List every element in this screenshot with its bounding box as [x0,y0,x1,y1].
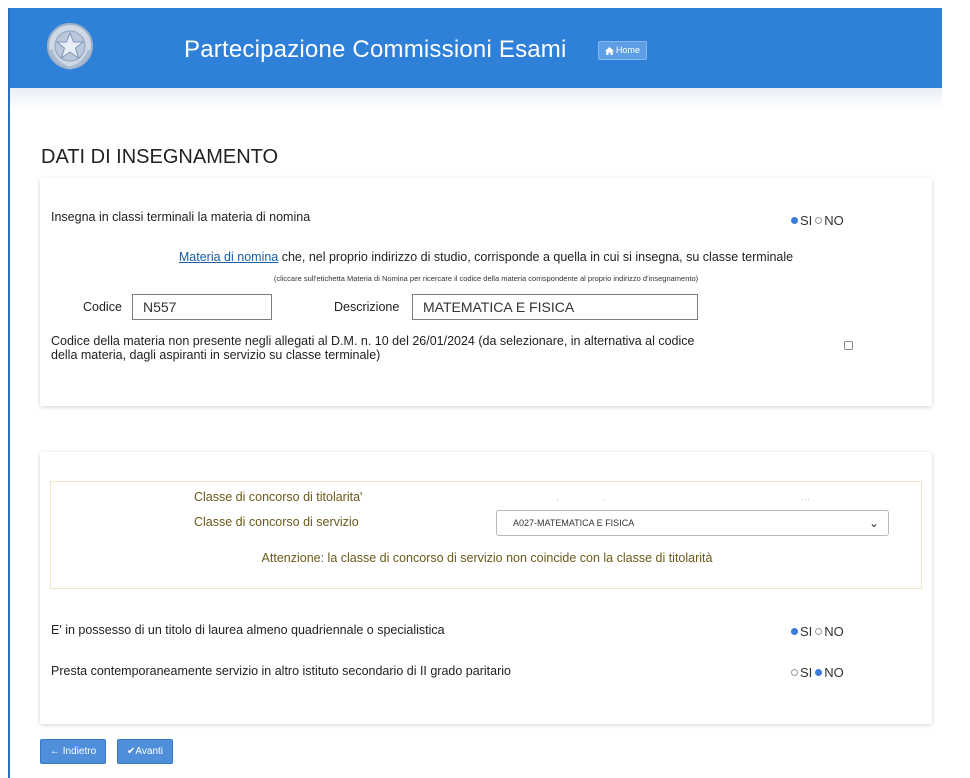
laurea-si-radio[interactable] [791,628,798,635]
terminali-si-label: SI [800,213,813,228]
laurea-no-radio[interactable] [815,628,823,635]
note-line-2: della materia, dagli aspiranti in serviz… [51,348,381,362]
app-title: Partecipazione Commissioni Esami [184,36,567,63]
descrizione-label: Descrizione [334,300,400,314]
terminali-no-radio[interactable] [815,217,823,224]
titolarita-faint-mark-3: ··· [801,494,810,504]
codice-label: Codice [83,300,122,314]
repubblica-emblem-icon [47,23,93,70]
question-paritario: Presta contemporaneamente servizio in al… [51,664,511,678]
paritario-no-label: NO [824,665,844,680]
laurea-radio-group: SI NO [791,624,847,639]
app-window: Partecipazione Commissioni Esami Home DA… [8,8,942,778]
paritario-no-radio[interactable] [815,669,823,676]
terminali-si-radio[interactable] [791,217,798,224]
titolarita-label: Classe di concorso di titolarita' [194,490,363,504]
terminali-radio-group: SI NO [791,213,847,228]
materia-non-presente-checkbox[interactable] [844,341,853,350]
home-icon [605,46,614,55]
materia-text: che, nel proprio indirizzo di studio, co… [278,250,794,264]
materia-card: Insegna in classi terminali la materia d… [40,178,932,406]
home-button[interactable]: Home [598,41,648,60]
materia-di-nomina-link[interactable]: Materia di nomina [179,250,278,264]
note-line-1: Codice della materia non presente negli … [51,334,695,348]
home-button-label: Home [616,45,641,55]
servizio-label: Classe di concorso di servizio [194,515,359,529]
arrow-left-icon: ← [50,746,60,757]
laurea-no-label: NO [824,624,844,639]
terminali-no-label: NO [824,213,844,228]
page-title: DATI DI INSEGNAMENTO [41,146,279,168]
classe-concorso-card: Classe di concorso di titolarita' · · ··… [40,452,932,724]
app-header: Partecipazione Commissioni Esami Home [10,8,942,88]
header-shadow [10,88,942,110]
materia-description: Materia di nomina che, nel proprio indir… [40,250,932,264]
materia-non-presente-note: Codice della materia non presente negli … [51,334,694,362]
next-button[interactable]: ✔Avanti [117,739,174,764]
back-button[interactable]: ← Indietro [40,739,107,764]
paritario-si-label: SI [800,665,813,680]
titolarita-faint-mark: · [556,494,559,504]
next-button-label: Avanti [135,746,164,757]
materia-hint: (cliccare sull'etichetta Materia di Nomi… [273,274,699,283]
paritario-si-radio[interactable] [791,669,798,676]
laurea-si-label: SI [800,624,813,639]
servizio-warning: Attenzione: la classe di concorso di ser… [261,551,713,565]
servizio-select-value: A027-MATEMATICA E FISICA [513,518,635,528]
back-button-label: Indietro [62,746,97,757]
servizio-select[interactable]: A027-MATEMATICA E FISICA ⌄ [496,510,889,536]
question-terminali: Insegna in classi terminali la materia d… [51,210,311,224]
paritario-radio-group: SI NO [791,665,847,680]
chevron-down-icon: ⌄ [868,516,879,530]
titolarita-faint-mark-2: · [602,494,605,504]
descrizione-field[interactable]: MATEMATICA E FISICA [412,294,698,320]
codice-field[interactable]: N557 [132,294,272,320]
question-laurea: E' in possesso di un titolo di laurea al… [51,623,445,637]
